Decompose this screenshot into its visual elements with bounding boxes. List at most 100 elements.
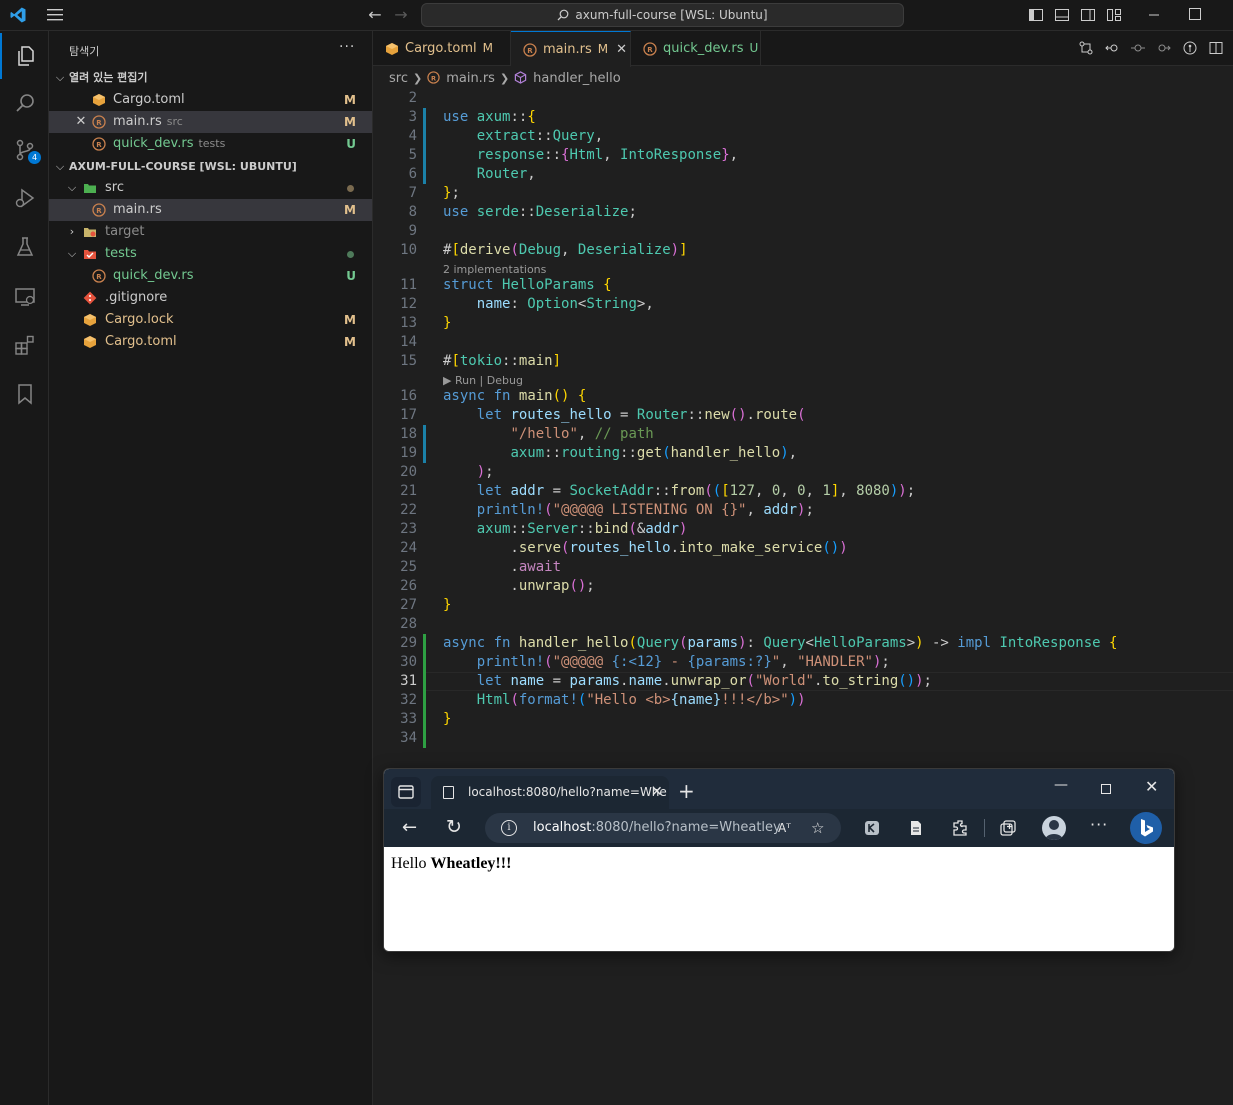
function-name: unwrap_or: [670, 673, 747, 689]
menu-icon[interactable]: [46, 8, 64, 22]
command-center-label: axum-full-course [WSL: Ubuntu]: [575, 8, 768, 22]
close-tab-icon[interactable]: ✕: [616, 42, 627, 57]
bookmarks-button[interactable]: [0, 371, 49, 417]
tree-folder-target[interactable]: › target: [49, 221, 372, 243]
remote-explorer-button[interactable]: [0, 274, 49, 320]
site-info-icon[interactable]: i: [501, 820, 517, 836]
line-number: 17: [400, 407, 417, 423]
function-name: to_string: [822, 673, 899, 689]
read-aloud-icon[interactable]: Aᵀ: [778, 813, 791, 843]
tree-folder-tests[interactable]: ⌵ tests: [49, 243, 372, 265]
code-editor[interactable]: 2 3 4 5 6 7 8 9 10 11 12 13 14 15 16 17 18 19 20 21 22 23 24 25…: [373, 90, 1233, 1105]
add-favorite-star-icon[interactable]: ☆: [811, 813, 824, 843]
run-debug-button[interactable]: [0, 175, 49, 221]
go-back-arrow-icon[interactable]: ←: [366, 6, 384, 24]
variable-name: routes_hello: [569, 540, 671, 556]
window-minimize-icon[interactable]: [1145, 6, 1163, 24]
tab-quick-dev-rs[interactable]: R quick_dev.rs U: [631, 31, 761, 66]
tree-file-cargo-lock[interactable]: Cargo.lock M: [49, 309, 372, 331]
explorer-button[interactable]: [0, 33, 49, 79]
browser-tab-active[interactable]: localhost:8080/hello?name=Whe ✕: [431, 776, 669, 809]
breadcrumb-symbol[interactable]: handler_hello: [533, 71, 621, 86]
tab-status-mark: M: [482, 41, 493, 55]
added-lines-marker: [423, 634, 426, 748]
rust-file-icon: R: [92, 203, 106, 217]
customize-layout-icon[interactable]: [1106, 7, 1122, 23]
address-bar[interactable]: i localhost:8080/hello?name=Wheatley Aᵀ …: [485, 813, 841, 843]
folder-name: src: [105, 180, 124, 195]
collections-icon[interactable]: [998, 818, 1018, 838]
toggle-panel-icon[interactable]: [1054, 7, 1070, 23]
new-tab-plus-icon[interactable]: +: [678, 778, 695, 804]
rust-cargo-file-icon: [84, 336, 96, 348]
line-number: 27: [400, 597, 417, 613]
tree-file-main-rs[interactable]: R main.rs M: [49, 199, 372, 221]
copilot-icon[interactable]: [1130, 812, 1162, 844]
keyword: async: [443, 388, 486, 404]
vscode-logo-icon[interactable]: [9, 6, 27, 24]
source-control-button[interactable]: 4: [0, 127, 49, 173]
tab-label: main.rs: [543, 42, 592, 57]
line-number: 23: [400, 521, 417, 537]
rust-file-icon: R: [92, 137, 106, 151]
previous-change-icon[interactable]: [1131, 41, 1145, 55]
open-editors-header-label: 열려 있는 편집기: [69, 71, 148, 84]
open-changes-icon[interactable]: [1079, 41, 1093, 55]
number-literal: 0: [797, 483, 806, 499]
go-forward-arrow-icon[interactable]: →: [392, 6, 410, 24]
open-editor-item[interactable]: Cargo.toml M: [49, 89, 372, 111]
toggle-primary-sidebar-icon[interactable]: [1028, 7, 1044, 23]
gitlens-icon[interactable]: [1183, 41, 1197, 55]
type-name: Html: [569, 147, 604, 163]
string-literal: "/hello": [510, 426, 578, 442]
type-name: Query: [552, 128, 595, 144]
extension-icon[interactable]: [862, 818, 882, 838]
tree-file-quick-dev-rs[interactable]: R quick_dev.rs U: [49, 265, 372, 287]
browser-close-icon[interactable]: ✕: [1145, 777, 1158, 796]
close-tab-icon[interactable]: ✕: [651, 776, 663, 809]
next-change-icon[interactable]: [1157, 41, 1171, 55]
search-button[interactable]: [0, 80, 49, 126]
tab-actions-menu-icon[interactable]: [391, 777, 421, 807]
close-icon[interactable]: ✕: [74, 111, 88, 133]
breadcrumb-file[interactable]: main.rs: [446, 71, 495, 86]
type-name: String: [586, 296, 637, 312]
string-literal: "@@@@@ LISTENING ON {}": [552, 502, 747, 518]
refresh-icon[interactable]: ↻: [446, 816, 462, 838]
rust-cargo-file-icon: [386, 43, 398, 55]
number-literal: 0: [771, 483, 781, 499]
profile-avatar[interactable]: [1042, 816, 1066, 840]
open-editors-section-header[interactable]: ⌵ 열려 있는 편집기: [49, 67, 372, 89]
more-options-icon[interactable]: ···: [1090, 815, 1108, 834]
extensions-puzzle-icon[interactable]: [950, 818, 970, 838]
back-arrow-icon[interactable]: ←: [402, 817, 417, 838]
browser-maximize-icon[interactable]: [1101, 784, 1111, 794]
command-center-search[interactable]: axum-full-course [WSL: Ubuntu]: [421, 3, 904, 27]
keyword: let: [476, 407, 503, 423]
code-line: async fn main() {: [443, 388, 587, 404]
document-extension-icon[interactable]: [906, 818, 926, 838]
code-line: println!("@@@@@ LISTENING ON {}", addr);: [476, 502, 814, 518]
open-editor-item[interactable]: R quick_dev.rs tests U: [49, 133, 372, 155]
line-number: 14: [400, 334, 417, 350]
file-folder-desc: tests: [198, 137, 226, 150]
line-number: 21: [400, 483, 417, 499]
workspace-section-header[interactable]: ⌵ AXUM-FULL-COURSE [WSL: UBUNTU]: [49, 156, 372, 178]
toggle-secondary-sidebar-icon[interactable]: [1080, 7, 1096, 23]
go-back-icon[interactable]: [1105, 41, 1119, 55]
tree-folder-src[interactable]: ⌵ src: [49, 177, 372, 199]
tree-file-cargo-toml[interactable]: Cargo.toml M: [49, 331, 372, 353]
format-specifier: {:<12}: [611, 654, 663, 670]
tab-cargo-toml[interactable]: Cargo.toml M: [373, 31, 511, 66]
split-editor-icon[interactable]: [1209, 41, 1223, 55]
breadcrumb-folder[interactable]: src: [389, 71, 408, 86]
window-maximize-icon[interactable]: [1189, 8, 1201, 20]
more-actions-icon[interactable]: ···: [339, 39, 355, 55]
tab-status-mark: M: [597, 42, 609, 56]
tree-file-gitignore[interactable]: .gitignore: [49, 287, 372, 309]
browser-minimize-icon[interactable]: —: [1054, 777, 1068, 793]
tab-main-rs[interactable]: R main.rs M ✕: [511, 31, 631, 67]
testing-button[interactable]: [0, 224, 49, 270]
open-editor-item-active[interactable]: ✕ R main.rs src M: [49, 111, 372, 133]
extensions-button[interactable]: [0, 322, 49, 368]
